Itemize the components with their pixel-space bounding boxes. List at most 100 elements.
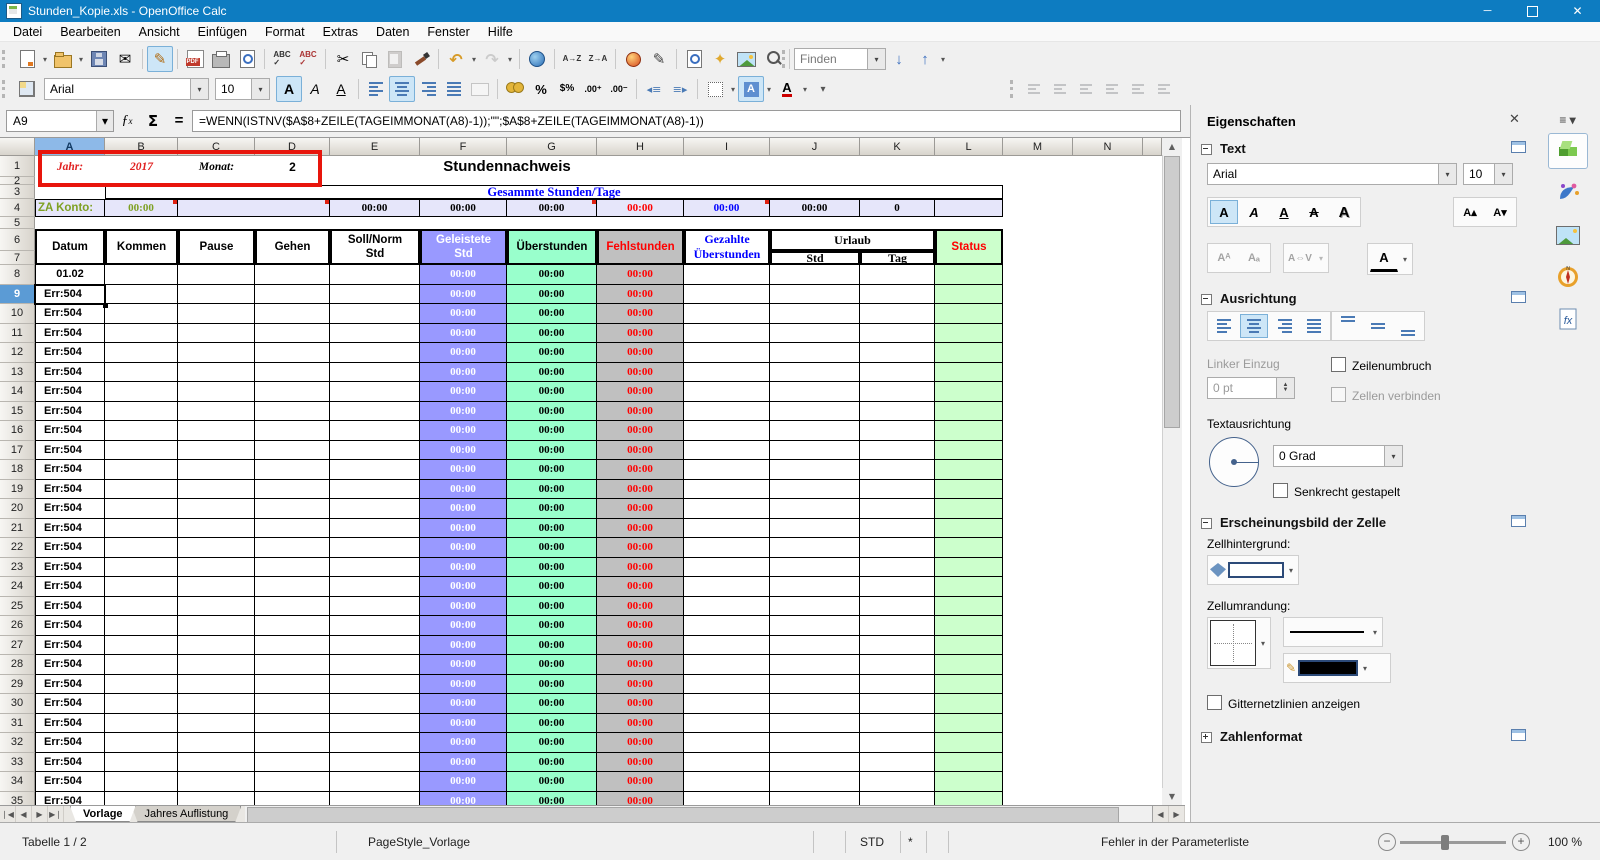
cell-B20[interactable] — [105, 499, 178, 519]
cell-B1[interactable]: 2017 — [105, 156, 178, 177]
cell-G19[interactable]: 00:00 — [507, 479, 597, 499]
cell-H16[interactable]: 00:00 — [597, 421, 684, 441]
cell-B11[interactable] — [105, 323, 178, 343]
cell-D1[interactable]: 2 — [255, 156, 330, 177]
sidebar-font-color-dropdown-icon[interactable]: ▾ — [1400, 247, 1410, 271]
cell-A31[interactable]: Err:504 — [35, 713, 105, 733]
cell-B25[interactable] — [105, 596, 178, 616]
cell-F8[interactable]: 00:00 — [420, 265, 507, 285]
cell-G18[interactable]: 00:00 — [507, 460, 597, 480]
cell-F30[interactable]: 00:00 — [420, 694, 507, 714]
cell-A4[interactable]: ZA Konto: — [35, 199, 105, 217]
cell-G33[interactable]: 00:00 — [507, 752, 597, 772]
decrease-font-icon[interactable]: A▾ — [1486, 200, 1514, 224]
cell-E10[interactable] — [330, 304, 420, 324]
cell-A19[interactable]: Err:504 — [35, 479, 105, 499]
search-down-icon[interactable]: ↓ — [886, 46, 912, 72]
cell-K33[interactable] — [860, 752, 935, 772]
cell-B22[interactable] — [105, 538, 178, 558]
cell-I35[interactable] — [684, 791, 770, 805]
row-header-32[interactable]: 32 — [0, 733, 35, 753]
cell-E20[interactable] — [330, 499, 420, 519]
cell-F9[interactable]: 00:00 — [420, 284, 507, 304]
header-cell-gehen[interactable]: Gehen — [255, 229, 330, 265]
cell-B31[interactable] — [105, 713, 178, 733]
cell-B35[interactable] — [105, 791, 178, 805]
number-format-section-header-dialog-icon[interactable] — [1511, 729, 1526, 741]
cell-H26[interactable]: 00:00 — [597, 616, 684, 636]
align-left-icon[interactable] — [363, 76, 389, 102]
cell-J18[interactable] — [770, 460, 860, 480]
cell-F26[interactable]: 00:00 — [420, 616, 507, 636]
cell-A1[interactable]: Jahr: — [35, 156, 105, 177]
cell-D12[interactable] — [255, 343, 330, 363]
cell-D32[interactable] — [255, 733, 330, 753]
cell-E26[interactable] — [330, 616, 420, 636]
cell-D21[interactable] — [255, 518, 330, 538]
cell-B8[interactable] — [105, 265, 178, 285]
cell-H15[interactable]: 00:00 — [597, 401, 684, 421]
header-cell-status[interactable]: Status — [935, 229, 1003, 265]
cell-I33[interactable] — [684, 752, 770, 772]
row-header-12[interactable]: 12 — [0, 343, 35, 363]
column-header-C[interactable]: C — [178, 138, 255, 156]
cell-D29[interactable] — [255, 674, 330, 694]
row-header-14[interactable]: 14 — [0, 382, 35, 402]
cell-K20[interactable] — [860, 499, 935, 519]
new-document-icon[interactable] — [14, 46, 40, 72]
cell-I27[interactable] — [684, 635, 770, 655]
cell-B14[interactable] — [105, 382, 178, 402]
cell-H12[interactable]: 00:00 — [597, 343, 684, 363]
percent-icon[interactable]: % — [528, 76, 554, 102]
cell-J11[interactable] — [770, 323, 860, 343]
cell-H20[interactable]: 00:00 — [597, 499, 684, 519]
cell-K11[interactable] — [860, 323, 935, 343]
cell-G30[interactable]: 00:00 — [507, 694, 597, 714]
header-cell-ueberstunden[interactable]: Überstunden — [507, 229, 597, 265]
print-icon[interactable] — [208, 46, 234, 72]
cell-I16[interactable] — [684, 421, 770, 441]
column-header-A[interactable]: A — [35, 138, 105, 156]
number-format-section-header[interactable]: Zahlenformat — [1201, 729, 1526, 744]
cell-E17[interactable] — [330, 440, 420, 460]
cell-I13[interactable] — [684, 362, 770, 382]
cell-C17[interactable] — [178, 440, 255, 460]
cell-A12[interactable]: Err:504 — [35, 343, 105, 363]
font-color-icon[interactable]: A — [774, 76, 800, 102]
row-header-4[interactable]: 4 — [0, 199, 35, 217]
cell-C14[interactable] — [178, 382, 255, 402]
cell-G10[interactable]: 00:00 — [507, 304, 597, 324]
underline-icon[interactable]: A — [328, 76, 354, 102]
cell-K8[interactable] — [860, 265, 935, 285]
cell-I25[interactable] — [684, 596, 770, 616]
vertical-scrollbar-thumb[interactable] — [1164, 156, 1180, 428]
wrap-text-checkbox[interactable]: Zeilenumbruch — [1331, 357, 1431, 373]
cell-B3-merged[interactable]: Gesammte Stunden/Tage — [105, 185, 1003, 199]
cell-G25[interactable]: 00:00 — [507, 596, 597, 616]
background-color-dropdown-icon[interactable]: ▾ — [1286, 558, 1296, 582]
cell-A9[interactable]: Err:504 — [35, 284, 105, 304]
cell-D15[interactable] — [255, 401, 330, 421]
cell-J15[interactable] — [770, 401, 860, 421]
cell-H10[interactable]: 00:00 — [597, 304, 684, 324]
cell-B19[interactable] — [105, 479, 178, 499]
cell-K9[interactable] — [860, 284, 935, 304]
cell-L35[interactable] — [935, 791, 1003, 805]
row-header-20[interactable]: 20 — [0, 499, 35, 519]
cell-A14[interactable]: Err:504 — [35, 382, 105, 402]
cell-A24[interactable]: Err:504 — [35, 577, 105, 597]
cell-K26[interactable] — [860, 616, 935, 636]
cell-I34[interactable] — [684, 772, 770, 792]
column-header-N[interactable]: N — [1073, 138, 1143, 156]
cell-A28[interactable]: Err:504 — [35, 655, 105, 675]
cell-A27[interactable]: Err:504 — [35, 635, 105, 655]
cell-I17[interactable] — [684, 440, 770, 460]
cell-I15[interactable] — [684, 401, 770, 421]
cell-L22[interactable] — [935, 538, 1003, 558]
cell-H8[interactable]: 00:00 — [597, 265, 684, 285]
cell-L30[interactable] — [935, 694, 1003, 714]
cell-B9[interactable] — [105, 284, 178, 304]
cell-G4[interactable]: 00:00 — [507, 199, 597, 217]
cell-A35[interactable]: Err:504 — [35, 791, 105, 805]
cell-D10[interactable] — [255, 304, 330, 324]
